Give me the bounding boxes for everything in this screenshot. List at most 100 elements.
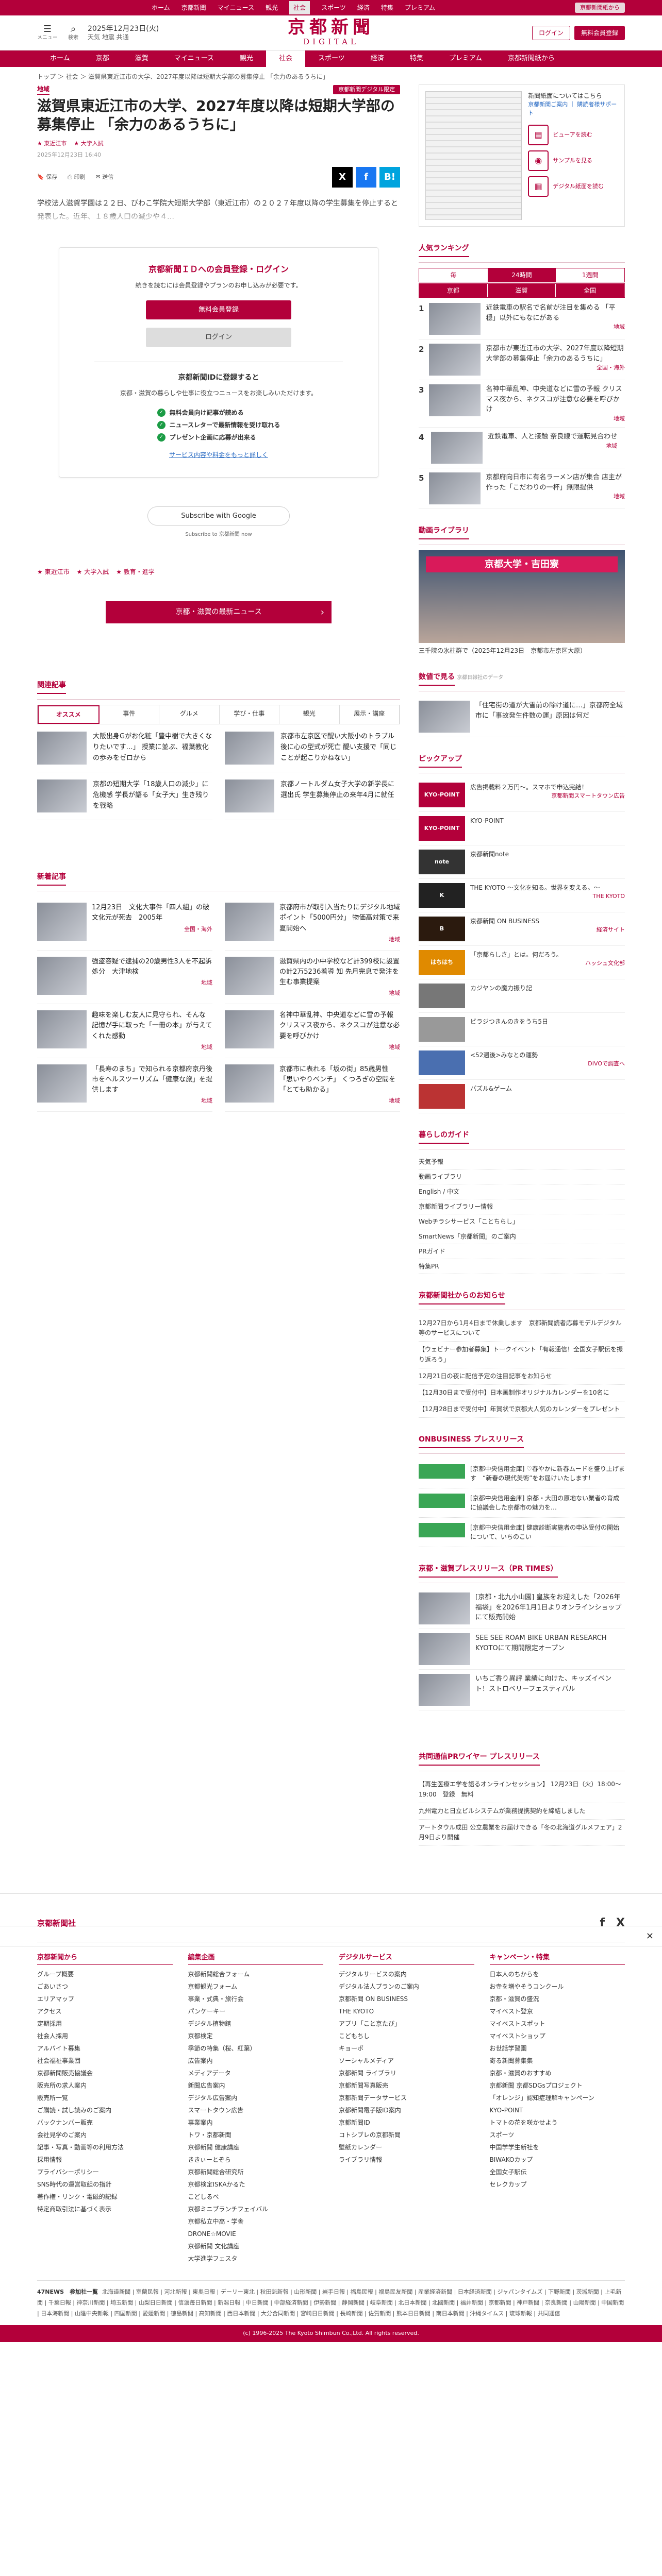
notice-link[interactable]: 【12月30日まで受付中】日本画制作オリジナルカレンダーを10名に (419, 1385, 625, 1402)
footer-link[interactable]: お世話学習園 (490, 2042, 625, 2055)
top-nav-item[interactable]: スポーツ (321, 1, 346, 14)
footer-link[interactable]: デジタル広告案内 (188, 2092, 324, 2104)
facebook-share-icon[interactable]: f (356, 166, 376, 188)
newest-item[interactable]: 京都市に表れる「坂の街」85歳男性「思いやりベンチ」 くつろぎの空間を「とても助… (225, 1058, 400, 1112)
footer-link[interactable]: 事業・式典・旅行会 (188, 1993, 324, 2005)
top-nav-item[interactable]: マイニュース (218, 1, 254, 14)
pickup-item[interactable]: note 京都新聞note (419, 845, 625, 879)
nav-item[interactable]: 経済 (358, 50, 397, 67)
footer-link[interactable]: 事業案内 (188, 2116, 324, 2129)
ranking-period-tab[interactable]: 1週間 (556, 268, 624, 282)
footer-link[interactable]: KYO-POINT (490, 2104, 625, 2116)
newest-item-category[interactable]: 全国・海外 (184, 925, 212, 934)
footer-link[interactable]: メディアデータ (188, 2067, 324, 2079)
footer-link[interactable]: 中国学学生新社を (490, 2141, 625, 2154)
top-nav-item[interactable]: ホーム (152, 1, 170, 14)
notice-link[interactable]: 12月21日の夜に配信予定の注目記事をお知らせ (419, 1368, 625, 1385)
footer-link[interactable]: スポーツ (490, 2129, 625, 2141)
pickup-item[interactable]: <52週後>みなとの運勢 DIVOで調査へ (419, 1046, 625, 1080)
footer-logo[interactable]: 京都新聞社 (37, 1918, 76, 1929)
nav-item[interactable]: 京都 (83, 50, 122, 67)
newest-item-category[interactable]: 地域 (201, 1096, 212, 1105)
ranking-item[interactable]: 3 名神中華乱神、中央道などに雪の予報 クリスマス夜から、ネクスコが注意な必要を呼… (419, 380, 625, 428)
footer-link[interactable]: ソーシャルメディア (339, 2055, 474, 2067)
footer-link[interactable]: ご購読・試し読みのご案内 (37, 2104, 173, 2116)
footer-link[interactable]: 記事・写真・動画等の利用方法 (37, 2141, 173, 2154)
newest-item[interactable]: 滋賀県内の小中学校など計399校に設置の計2万5236着導 知 先月完息で発注を… (225, 951, 400, 1005)
ranking-item-category[interactable]: 地域 (488, 442, 617, 451)
paywall-register-button[interactable]: 無料会員登録 (146, 300, 291, 320)
nav-item[interactable]: 特集 (397, 50, 436, 67)
newest-item-category[interactable]: 地域 (389, 989, 400, 997)
press-release-item[interactable]: [京都中央信用金庫] 京都・大田の原地ない業者の育成に協議会した京都市の魅力を… (419, 1488, 625, 1518)
ranking-area-tab[interactable]: 京都 (419, 284, 488, 297)
top-nav-item[interactable]: 京都新聞 (181, 1, 206, 14)
footer-link[interactable]: 京都新聞データサービス (339, 2092, 474, 2104)
facebook-icon[interactable]: f (600, 1914, 605, 1931)
footer-link[interactable]: SNS時代の運営取組の指針 (37, 2178, 173, 2191)
ranking-item[interactable]: 4 近鉄電車、人と接触 奈良線で運転見合わせ 地域 (419, 428, 625, 468)
footer-link[interactable]: マイベスト登京 (490, 2005, 625, 2018)
footer-link[interactable]: 季節の特集（桜、紅葉） (188, 2042, 324, 2055)
top-nav-item[interactable]: プレミアム (405, 1, 435, 14)
newest-item[interactable]: 強盗容疑で逮捕の20歳男性3人を不起訴処分 大津地検 地域 (37, 951, 212, 1005)
footer-link[interactable]: 社会人採用 (37, 2030, 173, 2042)
footer-link[interactable]: 京都新聞総合研究所 (188, 2166, 324, 2178)
pickup-item[interactable]: パズル&ゲーム (419, 1080, 625, 1113)
footer-link[interactable]: トマトの花を咲かせよう (490, 2116, 625, 2129)
footer-link[interactable]: 京都新聞ID (339, 2116, 474, 2129)
nav-item[interactable]: プレミアム (436, 50, 495, 67)
guide-link[interactable]: 動画ライブラリ (419, 1170, 625, 1184)
top-nav-item[interactable]: 特集 (381, 1, 393, 14)
wire-item[interactable]: 九州電力と日立ビルシステムが業務提携契約を締結しました (419, 1803, 625, 1820)
paywall-login-button[interactable]: ログイン (146, 328, 291, 347)
footer-link[interactable]: 壁紙カレンダー (339, 2141, 474, 2154)
paper-link[interactable]: 京都新聞紙から (575, 2, 625, 13)
footer-link[interactable]: トワ・京都新聞 (188, 2129, 324, 2141)
pickup-item[interactable]: カジヤンの魔力振り記 (419, 979, 625, 1013)
ranking-item-category[interactable]: 地域 (486, 415, 625, 423)
footer-link[interactable]: セレクカップ (490, 2178, 625, 2191)
pr-item[interactable]: いちご香り異評 業績に向けた、キッズイベント！ストロベリーフェスティバル (419, 1670, 625, 1711)
footer-link[interactable]: ききぃーとぞら (188, 2154, 324, 2166)
footer-link[interactable]: 社会福祉事業団 (37, 2055, 173, 2067)
footer-link[interactable]: プライバシーポリシー (37, 2166, 173, 2178)
guide-link[interactable]: 天気予報 (419, 1155, 625, 1170)
digest-item[interactable]: 「住宅街の道が大雪前の除け道に…」京都府全域市に「事故発生件数の運」原因は何だ (419, 697, 625, 737)
pickup-item[interactable]: はちはち 「京都らしさ」とは。何だろう。 ハッシュ文化部 (419, 946, 625, 979)
guide-link[interactable]: SmartNews「京都新聞」のご案内 (419, 1229, 625, 1244)
footer-link[interactable]: BIWAKOカップ (490, 2154, 625, 2166)
footer-link[interactable]: グループ概要 (37, 1968, 173, 1980)
related-tab[interactable]: 事件 (100, 705, 159, 724)
footer-link[interactable]: 大学進学フェスタ (188, 2252, 324, 2265)
nav-item[interactable]: 滋賀 (122, 50, 161, 67)
ranking-item-category[interactable]: 全国・海外 (486, 364, 625, 372)
notice-link[interactable]: 【12月28日まで受付中】年賀状で京都大人気のカレンダーをプレゼント (419, 1401, 625, 1418)
ranking-item[interactable]: 5 京都府向日市に有名ラーメン店が集合 店主が作った「こだわりの一杯」無限提供 地域 (419, 468, 625, 509)
footer-link[interactable]: こどしるべ (188, 2191, 324, 2203)
related-tab[interactable]: 観光 (279, 705, 340, 724)
guide-link[interactable]: 特集PR (419, 1259, 625, 1274)
newest-item-category[interactable]: 地域 (389, 1096, 400, 1105)
footer-link[interactable]: 特定商取引法に基づく表示 (37, 2203, 173, 2215)
wire-item[interactable]: 【再生医療エ学を語るオンラインセッション】 12月23日（火）18:00〜19:… (419, 1776, 625, 1803)
footer-link[interactable]: 京都検定ISKAかるた (188, 2178, 324, 2191)
footer-link[interactable]: 京都新聞 文化講座 (188, 2240, 324, 2252)
meta-tag-1[interactable]: ★ 東近江市 (37, 140, 67, 148)
guide-link[interactable]: Webチラシサービス「ことちらし」 (419, 1214, 625, 1229)
paper-link[interactable]: 京都新聞ご案内 ｜ 購読者様サポート (528, 100, 618, 117)
newest-item-category[interactable]: 地域 (201, 978, 212, 987)
latest-news-button[interactable]: 京都・滋賀の最新ニュース (106, 601, 332, 624)
footer-link[interactable]: 全国女子駅伝 (490, 2166, 625, 2178)
footer-link[interactable]: 京都検定 (188, 2030, 324, 2042)
newest-item-category[interactable]: 地域 (389, 935, 400, 944)
footer-link[interactable]: デジタル植物館 (188, 2018, 324, 2030)
pickup-item[interactable]: KYO-POINT 広告掲載料２万円〜。スマホで申込完結！ 京都新聞スマートタウン広… (419, 778, 625, 812)
tag-link[interactable]: ★ 東近江市 (37, 567, 70, 577)
pr-item[interactable]: [京都・北九小山園] 皇族をお迎えした「2026年福袋」を2026年1月1日より… (419, 1588, 625, 1630)
related-tab[interactable]: オススメ (38, 705, 100, 724)
ranking-area-tab[interactable]: 全国 (556, 284, 625, 297)
newspaper-thumbnail[interactable] (425, 91, 522, 220)
footer-link[interactable]: マイベストショップ (490, 2030, 625, 2042)
guide-link[interactable]: 京都新聞ライブラリー情報 (419, 1199, 625, 1214)
